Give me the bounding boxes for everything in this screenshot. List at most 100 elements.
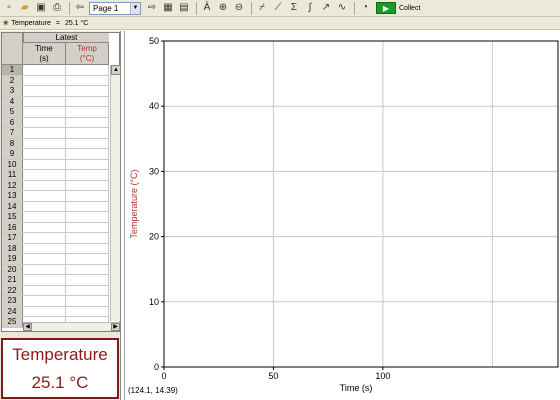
row-number[interactable]: 15: [2, 212, 23, 222]
table-row[interactable]: 9: [2, 149, 109, 160]
temp-cell[interactable]: [66, 117, 109, 127]
temp-cell[interactable]: [66, 128, 109, 138]
scroll-up-icon[interactable]: ▲: [111, 65, 121, 75]
time-cell[interactable]: [23, 117, 66, 127]
temp-cell[interactable]: [66, 191, 109, 201]
row-number[interactable]: 25: [2, 317, 23, 327]
time-cell[interactable]: [23, 233, 66, 243]
statistics-icon[interactable]: Σ: [287, 1, 301, 15]
table-row[interactable]: 20: [2, 264, 109, 275]
row-number[interactable]: 7: [2, 128, 23, 138]
zoom-in-icon[interactable]: ⊕: [216, 1, 230, 15]
print-icon[interactable]: ⎙: [50, 1, 64, 15]
save-icon[interactable]: ▣: [34, 1, 48, 15]
table-row[interactable]: 2: [2, 75, 109, 86]
time-cell[interactable]: [23, 212, 66, 222]
time-cell[interactable]: [23, 149, 66, 159]
table-row[interactable]: 11: [2, 170, 109, 181]
temp-cell[interactable]: [66, 306, 109, 316]
new-file-icon[interactable]: ▫: [2, 1, 16, 15]
autoscale-icon[interactable]: Ā: [200, 1, 214, 15]
row-number[interactable]: 8: [2, 138, 23, 148]
chevron-down-icon[interactable]: ▼: [130, 2, 140, 14]
stopwatch-icon[interactable]: ◔: [358, 1, 372, 15]
row-number[interactable]: 12: [2, 180, 23, 190]
time-cell[interactable]: [23, 96, 66, 106]
temp-cell[interactable]: [66, 86, 109, 96]
table-row[interactable]: 21: [2, 275, 109, 286]
time-cell[interactable]: [23, 86, 66, 96]
time-cell[interactable]: [23, 75, 66, 85]
table-row[interactable]: 15: [2, 212, 109, 223]
temperature-graph[interactable]: 0 10 20 30 40 50 0 50 100Time (s) Temperature (°C…: [125, 31, 560, 400]
data-browser-icon[interactable]: ▤: [177, 1, 191, 15]
temp-cell[interactable]: [66, 138, 109, 148]
table-row[interactable]: 14: [2, 201, 109, 212]
table-row[interactable]: 16: [2, 222, 109, 233]
play-icon[interactable]: ▶: [376, 2, 396, 14]
row-number[interactable]: 18: [2, 243, 23, 253]
temp-cell[interactable]: [66, 285, 109, 295]
table-row[interactable]: 3: [2, 86, 109, 97]
column-header-time[interactable]: Time (s): [23, 43, 66, 65]
temp-cell[interactable]: [66, 65, 109, 75]
row-number[interactable]: 14: [2, 201, 23, 211]
row-number[interactable]: 1: [2, 65, 23, 75]
table-horizontal-scrollbar[interactable]: ◀ ▶: [23, 322, 120, 331]
graph-panel[interactable]: 0 10 20 30 40 50 0 50 100 Time (s) Temperature (°C…: [124, 31, 560, 400]
table-row[interactable]: 12: [2, 180, 109, 191]
row-number[interactable]: 9: [2, 149, 23, 159]
table-row[interactable]: 7: [2, 128, 109, 139]
row-number[interactable]: 17: [2, 233, 23, 243]
time-cell[interactable]: [23, 201, 66, 211]
time-cell[interactable]: [23, 128, 66, 138]
table-row[interactable]: 13: [2, 191, 109, 202]
row-number[interactable]: 3: [2, 86, 23, 96]
table-row[interactable]: 6: [2, 117, 109, 128]
row-number[interactable]: 22: [2, 285, 23, 295]
time-cell[interactable]: [23, 275, 66, 285]
temp-cell[interactable]: [66, 107, 109, 117]
row-number[interactable]: 4: [2, 96, 23, 106]
temp-cell[interactable]: [66, 233, 109, 243]
time-cell[interactable]: [23, 254, 66, 264]
time-cell[interactable]: [23, 222, 66, 232]
table-row[interactable]: 22: [2, 285, 109, 296]
table-row[interactable]: 17: [2, 233, 109, 244]
row-number[interactable]: 11: [2, 170, 23, 180]
time-cell[interactable]: [23, 243, 66, 253]
temp-cell[interactable]: [66, 222, 109, 232]
integral-icon[interactable]: ∫: [303, 1, 317, 15]
temp-cell[interactable]: [66, 201, 109, 211]
row-number[interactable]: 19: [2, 254, 23, 264]
time-cell[interactable]: [23, 264, 66, 274]
previous-page-icon[interactable]: ⇦: [73, 1, 87, 15]
next-page-icon[interactable]: ⇨: [145, 1, 159, 15]
row-number[interactable]: 10: [2, 159, 23, 169]
tangent-icon[interactable]: ⟋: [271, 1, 285, 15]
row-number[interactable]: 5: [2, 107, 23, 117]
scroll-left-icon[interactable]: ◀: [23, 323, 32, 331]
column-header-temp[interactable]: Temp (°C): [66, 43, 109, 65]
scroll-right-icon[interactable]: ▶: [111, 323, 120, 331]
temp-cell[interactable]: [66, 212, 109, 222]
row-number[interactable]: 21: [2, 275, 23, 285]
table-row[interactable]: 23: [2, 296, 109, 307]
temp-cell[interactable]: [66, 96, 109, 106]
time-cell[interactable]: [23, 65, 66, 75]
time-cell[interactable]: [23, 107, 66, 117]
temp-cell[interactable]: [66, 170, 109, 180]
table-row[interactable]: 8: [2, 138, 109, 149]
page-select[interactable]: Page 1 ▼: [89, 1, 141, 15]
table-row[interactable]: 18: [2, 243, 109, 254]
temp-cell[interactable]: [66, 149, 109, 159]
temp-cell[interactable]: [66, 264, 109, 274]
sensor-icon[interactable]: ✷: [2, 18, 10, 29]
data-table[interactable]: Latest Time (s) Temp (°C) 1 2 3 4 5 6 7 8 9 10 11 1…: [1, 32, 121, 332]
table-row[interactable]: 24: [2, 306, 109, 317]
row-number[interactable]: 20: [2, 264, 23, 274]
time-cell[interactable]: [23, 191, 66, 201]
row-number[interactable]: 16: [2, 222, 23, 232]
temp-cell[interactable]: [66, 296, 109, 306]
temp-cell[interactable]: [66, 180, 109, 190]
